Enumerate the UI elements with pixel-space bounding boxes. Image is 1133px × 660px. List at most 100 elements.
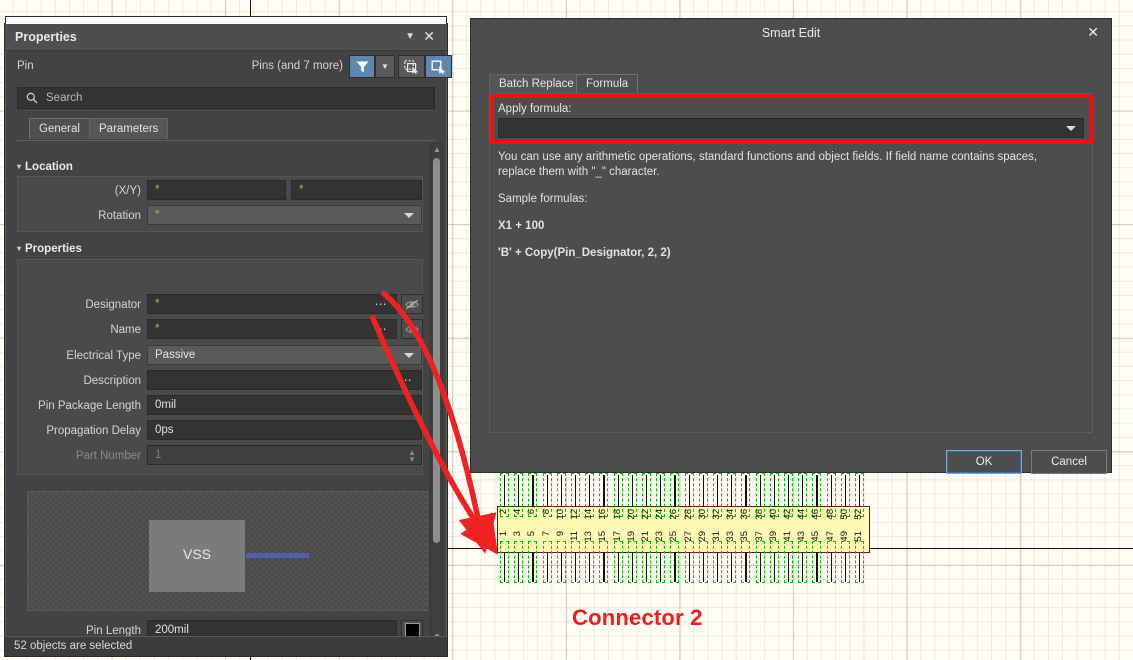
tab-batch-replace[interactable]: Batch Replace bbox=[489, 74, 584, 93]
name-visibility-toggle[interactable] bbox=[401, 319, 423, 339]
field-pin-package-length-value: 0mil bbox=[155, 399, 177, 411]
preview-pin-wire bbox=[246, 553, 309, 558]
pin-selection-box[interactable] bbox=[741, 541, 751, 583]
electrical-type-value: Passive bbox=[155, 349, 196, 361]
label-rotation: Rotation bbox=[98, 210, 141, 222]
select-mode-button-2[interactable] bbox=[425, 55, 452, 78]
pin-selection-box[interactable] bbox=[698, 541, 708, 583]
pin-selection-box[interactable] bbox=[599, 541, 609, 583]
field-part-number: 1 ▲ ▼ bbox=[147, 445, 422, 465]
pin-selection-box[interactable] bbox=[784, 541, 793, 583]
pin-number: 44 bbox=[796, 509, 808, 520]
tab-general[interactable]: General bbox=[29, 118, 90, 139]
symbol-preview: VSS bbox=[27, 491, 428, 611]
rotation-combo[interactable]: * bbox=[147, 205, 422, 225]
filter-dropdown-button[interactable]: ▼ bbox=[375, 55, 395, 78]
electrical-type-combo[interactable]: Passive bbox=[147, 345, 422, 365]
field-designator[interactable]: * ⋯ bbox=[147, 294, 397, 314]
pin-number: 2 bbox=[498, 509, 509, 515]
tab-parameters[interactable]: Parameters bbox=[89, 118, 169, 139]
pin-selection-box[interactable] bbox=[571, 541, 580, 583]
designator-more-button[interactable]: ⋯ bbox=[375, 297, 388, 311]
name-more-button[interactable]: ⋯ bbox=[375, 322, 388, 336]
field-propagation-delay-value: 0ps bbox=[155, 424, 174, 436]
label-propagation-delay: Propagation Delay bbox=[46, 425, 141, 437]
search-input[interactable]: Search bbox=[17, 87, 435, 109]
pin-selection-box[interactable] bbox=[585, 541, 595, 583]
pin-selection-box[interactable] bbox=[769, 541, 779, 583]
field-designator-value: * bbox=[155, 298, 160, 310]
scrollbar-thumb[interactable] bbox=[433, 158, 440, 543]
collapse-arrow-icon: ▾ bbox=[17, 162, 22, 171]
field-name[interactable]: * ⋯ bbox=[147, 319, 397, 339]
pin-selection-box[interactable] bbox=[798, 541, 808, 583]
pin-selection-box[interactable] bbox=[556, 541, 566, 583]
section-location[interactable]: ▾ Location bbox=[17, 161, 73, 173]
collapse-arrow-icon: ▾ bbox=[17, 244, 22, 253]
pin-selection-box[interactable] bbox=[514, 541, 524, 583]
pin-selection-box[interactable] bbox=[840, 541, 850, 583]
field-x-value: * bbox=[155, 184, 160, 196]
chevron-down-icon bbox=[404, 213, 414, 218]
panel-menu-chevron-down-icon[interactable]: ▼ bbox=[405, 31, 415, 42]
pin-selection-box[interactable] bbox=[855, 541, 864, 583]
panel-title: Properties bbox=[15, 30, 77, 44]
field-name-value: * bbox=[155, 323, 160, 335]
pin-number: 10 bbox=[554, 509, 566, 520]
pin-selection-box[interactable] bbox=[727, 541, 737, 583]
pin-number: 41 bbox=[782, 531, 793, 542]
panel-top-strip bbox=[5, 16, 447, 24]
pin-number: 36 bbox=[739, 509, 751, 520]
pin-selection-box[interactable] bbox=[542, 541, 552, 583]
preview-symbol-box: VSS bbox=[149, 520, 245, 592]
pin-number: 3 bbox=[512, 531, 524, 537]
smart-edit-dialog: Smart Edit ✕ Batch Replace Formula Apply… bbox=[470, 18, 1112, 474]
pin-number: 12 bbox=[569, 509, 580, 520]
pin-number: 25 bbox=[668, 531, 680, 542]
ok-button[interactable]: OK bbox=[946, 450, 1022, 474]
pin-selection-box[interactable] bbox=[627, 541, 637, 583]
pin-selection-box[interactable] bbox=[642, 541, 651, 583]
pin-selection-box[interactable] bbox=[656, 541, 666, 583]
field-y[interactable]: * bbox=[291, 180, 422, 200]
funnel-icon bbox=[356, 61, 368, 72]
pin-selection-box[interactable] bbox=[826, 541, 836, 583]
field-x[interactable]: * bbox=[147, 180, 286, 200]
field-description[interactable]: ⋯ bbox=[147, 370, 422, 390]
scroll-up-arrow-icon[interactable]: ▲ bbox=[433, 146, 441, 154]
pin-selection-box[interactable] bbox=[670, 541, 680, 583]
connector-symbol[interactable]: 2 1 4 3 6 5 8 7 10 9 12 11 14 13 16 15 18 17 20 19 22 21 24 23 2… bbox=[493, 473, 873, 583]
tab-formula[interactable]: Formula bbox=[576, 74, 639, 93]
formula-help-text: You can use any arithmetic operations, s… bbox=[498, 150, 1078, 273]
field-propagation-delay[interactable]: 0ps bbox=[147, 420, 422, 440]
pin-selection-box[interactable] bbox=[812, 541, 822, 583]
pin-number: 18 bbox=[611, 509, 623, 520]
field-pin-package-length[interactable]: 0mil bbox=[147, 395, 422, 415]
label-description: Description bbox=[83, 375, 141, 387]
pin-number: 8 bbox=[540, 509, 552, 515]
pin-selection-box[interactable] bbox=[755, 541, 765, 583]
filter-button[interactable] bbox=[349, 55, 375, 78]
panel-close-icon[interactable]: ✕ bbox=[423, 28, 435, 44]
pin-selection-box[interactable] bbox=[684, 541, 694, 583]
select-mode-button-1[interactable] bbox=[398, 55, 425, 78]
dialog-close-icon[interactable]: ✕ bbox=[1087, 24, 1099, 41]
pin-selection-box[interactable] bbox=[528, 541, 538, 583]
pin-selection-box[interactable] bbox=[713, 541, 722, 583]
pin-number: 26 bbox=[668, 509, 680, 520]
properties-status-bar: 52 objects are selected bbox=[5, 636, 447, 656]
pin-selection-box[interactable] bbox=[500, 541, 509, 583]
properties-vertical-scrollbar[interactable]: ▲ ▼ bbox=[430, 143, 443, 644]
designator-visibility-toggle[interactable] bbox=[401, 294, 423, 314]
spinner-icon: ▲ ▼ bbox=[408, 448, 416, 464]
pin-selection-box[interactable] bbox=[613, 541, 623, 583]
pin-number: 40 bbox=[767, 509, 779, 520]
pin-number: 33 bbox=[725, 531, 737, 542]
description-more-button[interactable]: ⋯ bbox=[400, 373, 413, 387]
pin-number: 35 bbox=[739, 531, 751, 542]
cancel-button[interactable]: Cancel bbox=[1031, 450, 1107, 474]
section-properties[interactable]: ▾ Properties bbox=[17, 243, 82, 255]
eye-icon bbox=[405, 325, 419, 333]
pin-number: 43 bbox=[796, 531, 808, 542]
field-pin-length-value: 200mil bbox=[155, 624, 189, 636]
